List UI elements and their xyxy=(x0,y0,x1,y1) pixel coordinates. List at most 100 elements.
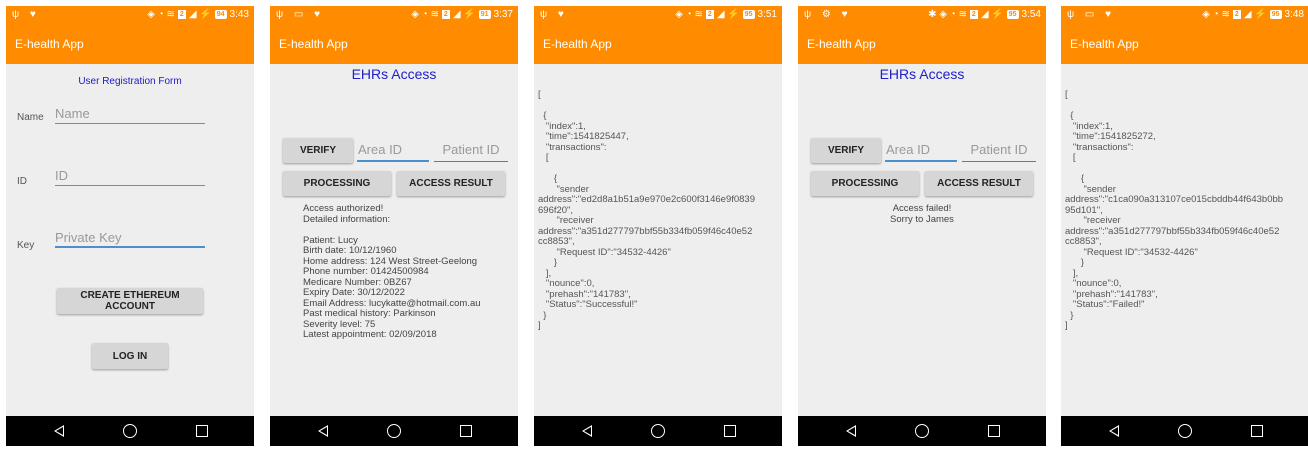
android-nav-bar xyxy=(1061,416,1308,446)
processing-button[interactable]: PROCESSING xyxy=(283,171,391,196)
app-bar-title: E-health App xyxy=(1061,24,1308,64)
wifi-icon: ◈ ◔ ≋ xyxy=(675,9,703,20)
back-icon[interactable] xyxy=(582,425,592,437)
name-input[interactable]: Name xyxy=(55,106,205,124)
result-line: Birth date: 10/12/1960 xyxy=(303,245,397,256)
json-line: "Status":"Failed!" xyxy=(1065,299,1145,310)
verify-button[interactable]: VERIFY xyxy=(811,138,881,163)
form-title: User Registration Form xyxy=(78,76,182,87)
json-line: "transactions": xyxy=(538,141,607,153)
status-bar: ψ ♥ ◈ ◔ ≋ 2 ◢ ⚡ 94 3:43 xyxy=(6,6,254,24)
json-line xyxy=(1065,101,1283,112)
json-line: "Request ID":"34532-4426" xyxy=(538,246,671,258)
home-icon[interactable] xyxy=(915,424,929,438)
patient-id-input[interactable]: Patient ID xyxy=(962,142,1036,162)
signal-icon: ◢ ⚡ xyxy=(188,9,212,20)
id-input[interactable]: ID xyxy=(55,168,205,186)
phone-screen-block-success: ψ ♥ ◈ ◔ ≋ 2 ◢ ⚡ 95 3:51 E-health App [ {… xyxy=(534,6,782,446)
wifi-icon: ◈ ◔ ≋ xyxy=(411,9,439,20)
wifi-icon: ◈ ◔ ≋ xyxy=(1202,9,1230,20)
app-bar-title: E-health App xyxy=(6,24,254,64)
block-json-text: [ { "index":1, "time":1541825272, "trans… xyxy=(1065,89,1284,332)
android-nav-bar xyxy=(270,416,518,446)
home-icon[interactable] xyxy=(123,424,137,438)
recents-icon[interactable] xyxy=(1251,425,1263,437)
json-line: "Request ID":"34532-4426" xyxy=(1065,246,1198,258)
key-label: Key xyxy=(17,240,35,251)
android-nav-bar xyxy=(534,416,782,446)
result-line: Phone number: 01424500984 xyxy=(303,266,429,277)
home-icon[interactable] xyxy=(651,424,665,438)
bluetooth-icon: ✱ ◈ ◔ ≋ xyxy=(928,9,967,20)
result-line: Latest appointment: 02/09/2018 xyxy=(303,329,437,340)
json-line: address":"c1ca090a313107ce015cbddb44f643… xyxy=(1065,194,1284,205)
sim-icon: 2 xyxy=(969,10,978,19)
json-line: } xyxy=(1065,257,1085,268)
clock: 3:37 xyxy=(493,9,513,20)
json-line: "time":1541825447, xyxy=(538,131,629,142)
access-result-button[interactable]: ACCESS RESULT xyxy=(397,171,505,196)
json-line: } xyxy=(538,309,547,321)
result-line: Detailed information: xyxy=(303,213,391,225)
access-result-text: Access authorized! Detailed information:… xyxy=(303,203,481,341)
create-ethereum-account-button[interactable]: CREATE ETHEREUM ACCOUNT xyxy=(57,288,203,314)
json-line: ] xyxy=(1065,320,1068,331)
json-line: "receiver xyxy=(538,215,594,226)
verify-button[interactable]: VERIFY xyxy=(283,138,353,163)
name-label: Name xyxy=(17,112,44,123)
home-icon[interactable] xyxy=(1178,424,1192,438)
phone-screen-block-failed: ψ ▭ ♥ ◈ ◔ ≋ 2 ◢ ⚡ 95 3:48 E-health App [… xyxy=(1061,6,1308,446)
back-icon[interactable] xyxy=(318,425,328,437)
battery-badge: 95 xyxy=(1269,10,1282,19)
battery-badge: 95 xyxy=(742,10,755,19)
json-line: [ xyxy=(1065,89,1068,100)
json-line: "transactions": xyxy=(1065,141,1134,153)
json-line: } xyxy=(1065,309,1074,321)
json-line: "Status":"Successful!" xyxy=(538,299,638,310)
app-bar-title: E-health App xyxy=(534,24,782,64)
json-line: { xyxy=(538,110,547,121)
recents-icon[interactable] xyxy=(196,425,208,437)
status-bar: ψ ⚙ ♥ ✱ ◈ ◔ ≋ 2 ◢ ⚡ 95 3:54 xyxy=(798,6,1046,24)
sim-icon: 2 xyxy=(705,10,714,19)
signal-icon: ◢ ⚡ xyxy=(452,9,476,20)
app-bar-title: E-health App xyxy=(798,24,1046,64)
page-title: EHRs Access xyxy=(879,66,965,82)
area-id-input[interactable]: Area ID xyxy=(885,142,957,162)
clock: 3:54 xyxy=(1021,9,1041,20)
result-line: Access authorized! xyxy=(303,203,384,214)
json-line xyxy=(538,164,755,175)
battery-badge: 91 xyxy=(478,10,491,19)
status-bar: ψ ▭ ♥ ◈ ◔ ≋ 2 ◢ ⚡ 95 3:48 xyxy=(1061,6,1308,24)
clock: 3:43 xyxy=(229,9,249,20)
app-bar-title: E-health App xyxy=(270,24,518,64)
json-line: { xyxy=(1065,110,1074,121)
json-line: ] xyxy=(538,320,541,331)
notification-icons: ψ ▭ ♥ xyxy=(1067,9,1116,20)
log-in-button[interactable]: LOG IN xyxy=(92,343,168,369)
processing-button[interactable]: PROCESSING xyxy=(811,171,919,196)
area-id-input[interactable]: Area ID xyxy=(357,142,429,162)
json-line: "receiver xyxy=(1065,215,1121,226)
patient-id-input[interactable]: Patient ID xyxy=(434,142,508,162)
recents-icon[interactable] xyxy=(460,425,472,437)
id-label: ID xyxy=(17,176,27,187)
recents-icon[interactable] xyxy=(724,425,736,437)
phone-screen-ehr-authorized: ψ ▭ ♥ ◈ ◔ ≋ 2 ◢ ⚡ 91 3:37 E-health App E… xyxy=(270,6,518,446)
access-result-button[interactable]: ACCESS RESULT xyxy=(925,171,1033,196)
json-line: { xyxy=(1065,173,1085,184)
page-title: EHRs Access xyxy=(351,66,437,82)
private-key-input[interactable]: Private Key xyxy=(55,230,205,248)
android-nav-bar xyxy=(6,416,254,446)
back-icon[interactable] xyxy=(54,425,64,437)
back-icon[interactable] xyxy=(846,425,856,437)
signal-icon: ◢ ⚡ xyxy=(980,9,1004,20)
home-icon[interactable] xyxy=(387,424,401,438)
sim-icon: 2 xyxy=(1232,10,1241,19)
notification-icons: ψ ♥ xyxy=(12,9,40,20)
signal-icon: ◢ ⚡ xyxy=(716,9,740,20)
sim-icon: 2 xyxy=(177,10,186,19)
back-icon[interactable] xyxy=(1109,425,1119,437)
recents-icon[interactable] xyxy=(988,425,1000,437)
battery-badge: 94 xyxy=(214,10,227,19)
